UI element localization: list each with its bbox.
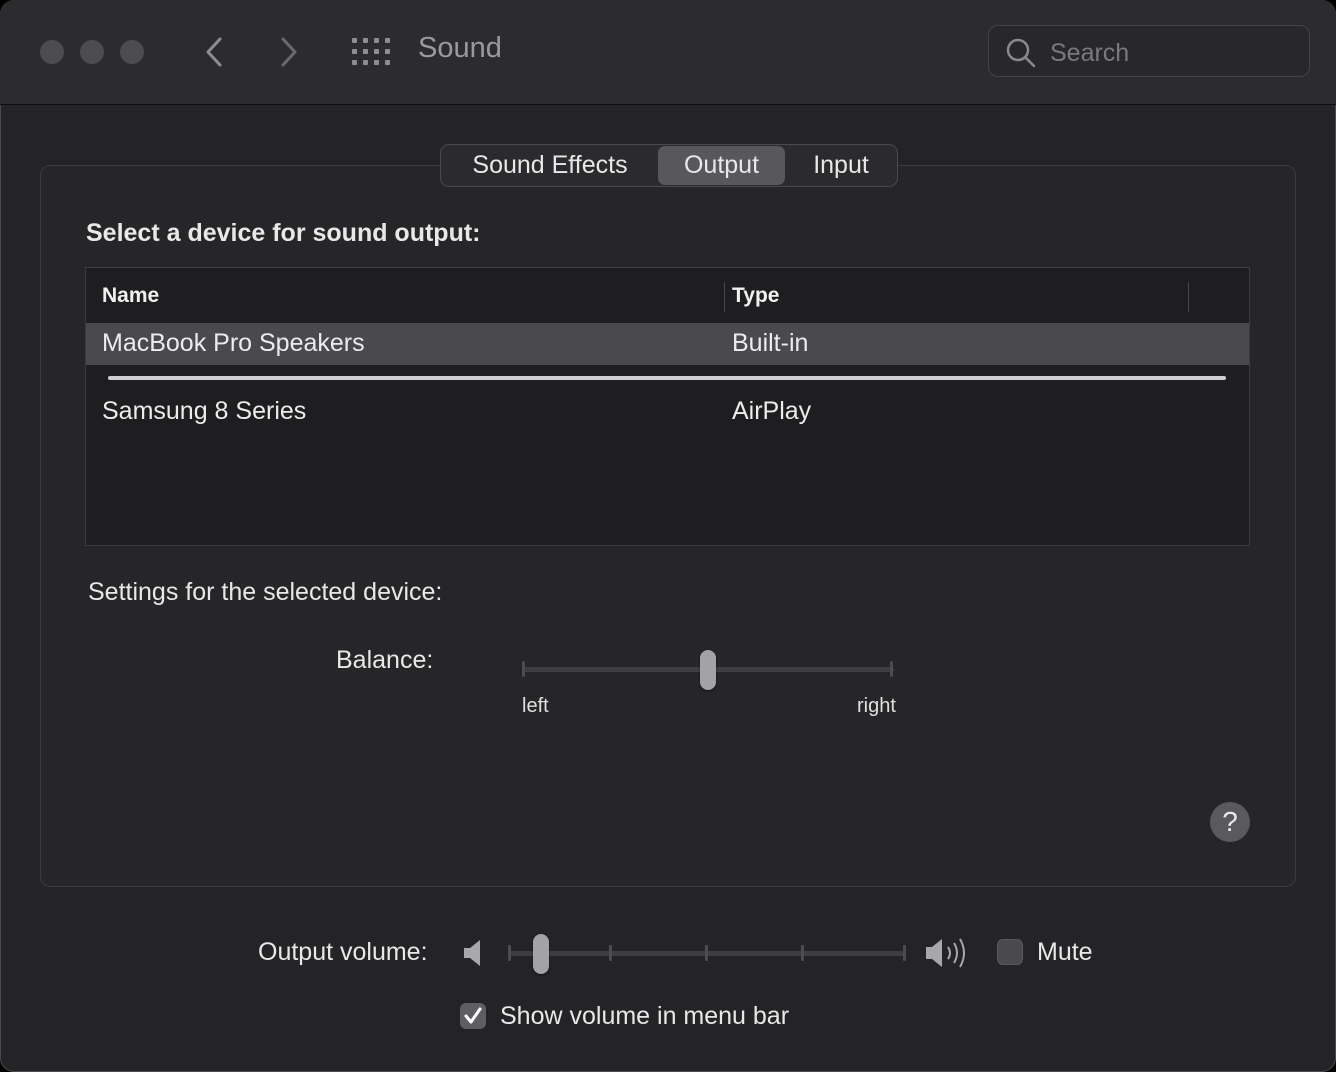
slider-tick — [508, 945, 511, 961]
slider-tick — [801, 945, 804, 961]
minimize-window-button[interactable] — [80, 40, 104, 64]
window-title: Sound — [418, 32, 502, 64]
close-window-button[interactable] — [40, 40, 64, 64]
checkmark-icon — [464, 1007, 482, 1024]
column-divider — [724, 282, 725, 312]
balance-left-label: left — [522, 695, 549, 717]
mute-checkbox[interactable] — [997, 939, 1023, 965]
row-separator-line — [108, 376, 1226, 380]
slider-tick — [890, 661, 893, 677]
device-row-samsung[interactable]: Samsung 8 Series AirPlay — [86, 391, 1249, 433]
help-button[interactable]: ? — [1210, 802, 1250, 842]
sound-preferences-window: Sound Search Sound Effects Output Input … — [0, 0, 1336, 1072]
search-field[interactable]: Search — [988, 25, 1310, 77]
mute-label: Mute — [1037, 938, 1093, 966]
back-arrow-icon[interactable] — [197, 34, 233, 70]
device-row-macbook-speakers[interactable]: MacBook Pro Speakers Built-in — [86, 323, 1249, 365]
output-device-table: Name Type MacBook Pro Speakers Built-in … — [85, 267, 1250, 546]
column-header-name[interactable]: Name — [102, 284, 159, 308]
search-placeholder: Search — [1050, 39, 1130, 67]
show-volume-menu-bar-checkbox[interactable] — [460, 1003, 486, 1029]
device-name: MacBook Pro Speakers — [102, 329, 365, 357]
forward-arrow-icon[interactable] — [270, 34, 306, 70]
tab-sound-effects[interactable]: Sound Effects — [443, 146, 657, 185]
device-name: Samsung 8 Series — [102, 397, 307, 425]
device-type: AirPlay — [732, 397, 812, 425]
balance-slider-thumb[interactable] — [700, 650, 716, 690]
speaker-low-icon — [464, 940, 480, 966]
column-divider — [1188, 282, 1189, 312]
tab-output[interactable]: Output — [658, 146, 785, 185]
title-bar: Sound Search — [0, 0, 1336, 105]
tab-bar: Sound Effects Output Input — [440, 144, 898, 187]
balance-right-label: right — [857, 695, 896, 717]
search-icon — [1006, 38, 1036, 68]
output-device-heading: Select a device for sound output: — [86, 219, 481, 247]
volume-slider-thumb[interactable] — [532, 934, 549, 974]
output-volume-label: Output volume: — [258, 938, 428, 966]
column-header-type[interactable]: Type — [732, 284, 779, 308]
device-type: Built-in — [732, 329, 809, 357]
speaker-high-icon — [926, 938, 965, 968]
show-volume-menu-bar-label: Show volume in menu bar — [500, 1002, 790, 1030]
slider-tick — [609, 945, 612, 961]
show-all-grid-icon[interactable] — [352, 38, 390, 66]
balance-label: Balance: — [336, 646, 434, 674]
slider-tick — [522, 661, 525, 677]
slider-tick — [903, 945, 906, 961]
zoom-window-button[interactable] — [120, 40, 144, 64]
settings-heading: Settings for the selected device: — [88, 578, 443, 606]
slider-tick — [705, 945, 708, 961]
tab-input[interactable]: Input — [786, 146, 896, 185]
